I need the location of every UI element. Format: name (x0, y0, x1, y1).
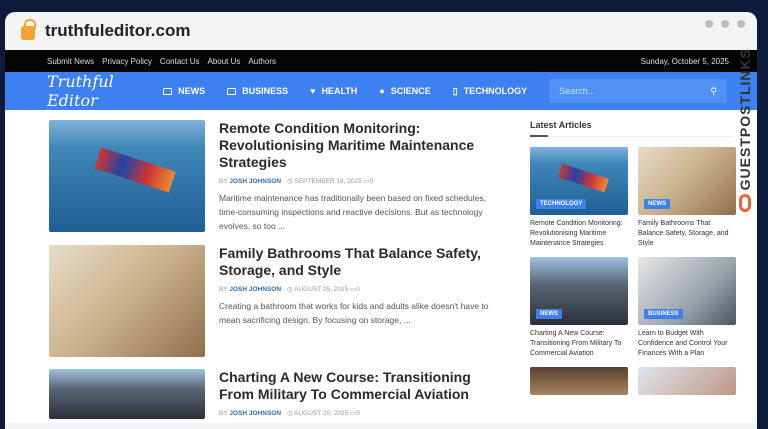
article-image[interactable] (49, 245, 205, 357)
content: Remote Condition Monitoring: Revolutioni… (5, 110, 757, 423)
globe-icon: ● (379, 86, 384, 96)
author-link[interactable]: JOSH JOHNSON (229, 410, 281, 417)
article-title[interactable]: Remote Condition Monitoring: Revolutioni… (219, 120, 504, 171)
card-title[interactable]: Charting A New Course: Transitioning Fro… (530, 329, 628, 359)
article-image[interactable] (49, 369, 205, 419)
search-input[interactable]: Search... ⚲ (549, 79, 727, 103)
newspaper-icon (163, 88, 172, 95)
card-image[interactable] (530, 367, 628, 395)
author-link[interactable]: JOSH JOHNSON (229, 286, 281, 293)
card-image[interactable] (638, 367, 736, 395)
card-image[interactable]: NEWS (530, 257, 628, 325)
nav-business[interactable]: BUSINESS (227, 86, 288, 96)
article-date: AUGUST 25, 2025 (294, 286, 348, 293)
category-badge[interactable]: NEWS (536, 309, 562, 319)
card-title[interactable]: Remote Condition Monitoring: Revolutioni… (530, 219, 628, 249)
dot-icon[interactable] (737, 20, 745, 28)
latest-card[interactable]: TECHNOLOGY Remote Condition Monitoring: R… (530, 147, 628, 249)
article-excerpt: Maritime maintenance has traditionally b… (219, 191, 504, 233)
url-text: truthfuleditor.com (45, 21, 190, 41)
card-title[interactable]: Learn to Budget With Confidence and Cont… (638, 329, 736, 359)
top-bar: Submit News Privacy Policy Contact Us Ab… (5, 50, 757, 72)
browser-window: truthfuleditor.com Submit News Privacy P… (5, 12, 757, 429)
latest-card[interactable] (530, 367, 628, 395)
nav-label: SCIENCE (391, 86, 431, 96)
by-label: BY (219, 286, 228, 293)
money-icon (227, 88, 236, 95)
dot-icon[interactable] (721, 20, 729, 28)
latest-card[interactable]: NEWS Charting A New Course: Transitioning… (530, 257, 628, 359)
clock-icon: ◷ (287, 178, 294, 185)
watermark-text: GUESTPOSTLINKS (737, 48, 753, 190)
article-meta: BY JOSH JOHNSON◷ AUGUST 20, 2025 ▭0 (219, 409, 504, 417)
article-title[interactable]: Family Bathrooms That Balance Safety, St… (219, 245, 504, 279)
category-badge[interactable]: BUSINESS (644, 309, 683, 319)
search-icon[interactable]: ⚲ (710, 86, 717, 97)
article-meta: BY JOSH JOHNSON◷ AUGUST 25, 2025 ▭0 (219, 285, 504, 293)
card-image[interactable]: BUSINESS (638, 257, 736, 325)
latest-card[interactable]: BUSINESS Learn to Budget With Confidence … (638, 257, 736, 359)
article-date: AUGUST 20, 2025 (294, 410, 348, 417)
dot-icon[interactable] (705, 20, 713, 28)
article-item: Family Bathrooms That Balance Safety, St… (49, 245, 504, 357)
author-link[interactable]: JOSH JOHNSON (229, 178, 281, 185)
card-title[interactable]: Family Bathrooms That Balance Safety, St… (638, 219, 736, 249)
article-list: Remote Condition Monitoring: Revolutioni… (49, 120, 504, 423)
article-item: Charting A New Course: Transitioning Fro… (49, 369, 504, 423)
chain-link-icon (739, 194, 751, 212)
comment-count[interactable]: 0 (370, 178, 374, 185)
by-label: BY (219, 410, 228, 417)
category-badge[interactable]: NEWS (644, 199, 670, 209)
nav-label: HEALTH (321, 86, 357, 96)
window-controls (705, 20, 745, 28)
article-title[interactable]: Charting A New Course: Transitioning Fro… (219, 369, 504, 403)
site-logo[interactable]: Truthful Editor (47, 72, 139, 110)
by-label: BY (219, 178, 228, 185)
nav-label: NEWS (178, 86, 205, 96)
comment-count[interactable]: 0 (356, 410, 360, 417)
nav-science[interactable]: ● SCIENCE (379, 86, 430, 96)
main-nav: Truthful Editor NEWS BUSINESS ♥ HEALTH ● S… (5, 72, 757, 110)
lock-icon (21, 26, 35, 40)
card-image[interactable]: NEWS (638, 147, 736, 215)
comment-count[interactable]: 0 (356, 286, 360, 293)
article-image[interactable] (49, 120, 205, 232)
topbar-link-authors[interactable]: Authors (248, 57, 276, 66)
article-excerpt: Creating a bathroom that works for kids … (219, 299, 504, 327)
topbar-link-privacy[interactable]: Privacy Policy (102, 57, 152, 66)
article-date: SEPTEMBER 18, 2025 (295, 178, 362, 185)
nav-technology[interactable]: ▯ TECHNOLOGY (453, 86, 527, 97)
topbar-link-contact[interactable]: Contact Us (160, 57, 200, 66)
phone-icon: ▯ (453, 86, 458, 97)
latest-card[interactable] (638, 367, 736, 395)
article-meta: BY JOSH JOHNSON◷ SEPTEMBER 18, 2025 ▭0 (219, 177, 504, 185)
topbar-link-submit-news[interactable]: Submit News (47, 57, 94, 66)
latest-heading: Latest Articles (530, 120, 735, 137)
category-badge[interactable]: TECHNOLOGY (536, 199, 586, 209)
current-date: Sunday, October 5, 2025 (641, 57, 729, 66)
nav-label: TECHNOLOGY (464, 86, 528, 96)
nav-health[interactable]: ♥ HEALTH (310, 86, 357, 96)
search-placeholder: Search... (559, 86, 595, 96)
latest-articles: Latest Articles TECHNOLOGY Remote Conditi… (530, 120, 735, 423)
nav-news[interactable]: NEWS (163, 86, 205, 96)
card-image[interactable]: TECHNOLOGY (530, 147, 628, 215)
address-bar[interactable]: truthfuleditor.com (5, 12, 757, 50)
topbar-link-about[interactable]: About Us (208, 57, 241, 66)
heart-icon: ♥ (310, 86, 315, 96)
guestpostlinks-watermark: GUESTPOSTLINKS (735, 48, 755, 238)
article-item: Remote Condition Monitoring: Revolutioni… (49, 120, 504, 233)
nav-label: BUSINESS (242, 86, 288, 96)
latest-card[interactable]: NEWS Family Bathrooms That Balance Safety… (638, 147, 736, 249)
